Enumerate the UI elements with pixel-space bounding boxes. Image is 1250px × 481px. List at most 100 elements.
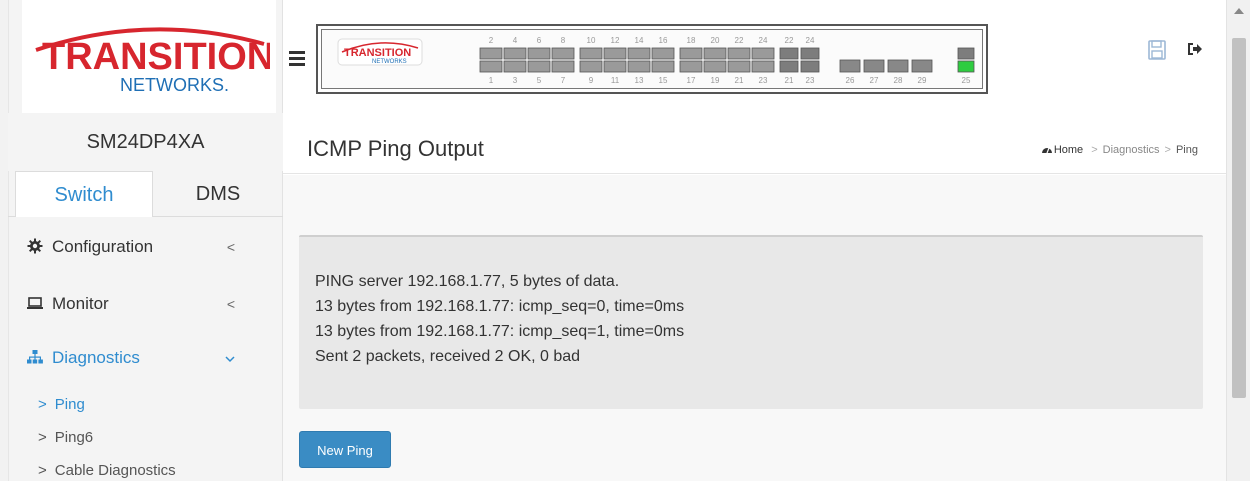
- rj45-port[interactable]: [503, 60, 527, 73]
- port-label: 13: [635, 76, 644, 85]
- port-label: 22: [785, 36, 794, 45]
- rj45-port[interactable]: [727, 60, 751, 73]
- rj45-port[interactable]: [651, 47, 675, 60]
- sfp-plus-port[interactable]: [911, 59, 933, 73]
- sidebar-subitem-cable-diagnostics[interactable]: > Cable Diagnostics: [38, 458, 176, 481]
- new-ping-button[interactable]: New Ping: [299, 431, 391, 468]
- port-label: 2: [489, 36, 494, 45]
- scrollbar[interactable]: [1226, 0, 1250, 481]
- panel-frame: TRANSITION NETWORKS 2 1 4 3 6 5 8 7 10 9 12 11 14 13 1…: [321, 29, 983, 89]
- rj45-port[interactable]: [579, 47, 603, 60]
- port-label: 3: [513, 76, 518, 85]
- rj45-port[interactable]: [551, 60, 575, 73]
- port-label: 23: [806, 76, 815, 85]
- port-label: 14: [635, 36, 644, 45]
- port-label: 21: [785, 76, 794, 85]
- sidebar-item-configuration[interactable]: Configuration <: [27, 232, 247, 262]
- sidebar-item-monitor[interactable]: Monitor <: [27, 289, 247, 319]
- subitem-label: Ping6: [54, 429, 94, 446]
- port-label: 12: [611, 36, 620, 45]
- port-label: 1: [489, 76, 494, 85]
- port-label: 19: [711, 76, 720, 85]
- page-title: ICMP Ping Output: [307, 136, 484, 161]
- breadcrumb-current: Ping: [1175, 144, 1198, 156]
- sfp-plus-port[interactable]: [887, 59, 909, 73]
- sitemap-icon: [27, 349, 43, 364]
- port-label: 27: [870, 76, 879, 85]
- logo-line2: NETWORKS.: [120, 75, 229, 94]
- chevron-left-icon: <: [226, 296, 235, 312]
- port-label: 22: [735, 36, 744, 45]
- breadcrumb-separator: >: [1091, 144, 1098, 156]
- sidebar-tabs: Switch DMS: [8, 171, 283, 217]
- sfp-port[interactable]: [779, 47, 799, 60]
- rj45-port[interactable]: [527, 47, 551, 60]
- rj45-port[interactable]: [527, 60, 551, 73]
- rj45-port[interactable]: [479, 47, 503, 60]
- device-model: SM24DP4XA: [8, 113, 283, 171]
- chevron-right-icon: >: [38, 429, 47, 446]
- port-label: 24: [806, 36, 815, 45]
- tab-dms[interactable]: DMS: [153, 171, 283, 217]
- uplink-port[interactable]: [957, 47, 975, 60]
- rj45-port[interactable]: [627, 47, 651, 60]
- hamburger-menu-icon[interactable]: [289, 51, 305, 66]
- output-line: 13 bytes from 192.168.1.77: icmp_seq=1, …: [315, 323, 685, 340]
- uplink-port-active[interactable]: [957, 60, 975, 73]
- port-label: 5: [537, 76, 542, 85]
- rj45-port[interactable]: [703, 47, 727, 60]
- sidebar-subitem-ping6[interactable]: > Ping6: [38, 425, 93, 451]
- rj45-port[interactable]: [651, 60, 675, 73]
- rj45-port[interactable]: [603, 60, 627, 73]
- logout-icon[interactable]: [1186, 40, 1204, 63]
- sfp-port[interactable]: [800, 47, 820, 60]
- port-label: 8: [561, 36, 566, 45]
- rj45-port[interactable]: [551, 47, 575, 60]
- tab-switch[interactable]: Switch: [15, 171, 153, 217]
- rj45-port[interactable]: [627, 60, 651, 73]
- scroll-thumb[interactable]: [1232, 38, 1246, 398]
- port-label: 6: [537, 36, 542, 45]
- sidebar-subitem-ping[interactable]: > Ping: [38, 392, 85, 418]
- breadcrumb-home[interactable]: Home: [1041, 144, 1086, 156]
- switch-front-panel: TRANSITION NETWORKS 2 1 4 3 6 5 8 7 10 9 12 11 14 13 1…: [316, 24, 988, 94]
- breadcrumb-diagnostics[interactable]: Diagnostics: [1103, 144, 1160, 156]
- rj45-port[interactable]: [479, 60, 503, 73]
- sidebar-item-diagnostics[interactable]: Diagnostics: [27, 343, 247, 373]
- rj45-port[interactable]: [703, 60, 727, 73]
- port-label: 4: [513, 36, 518, 45]
- breadcrumb-separator: >: [1164, 144, 1171, 156]
- sfp-plus-port[interactable]: [863, 59, 885, 73]
- sfp-port[interactable]: [800, 60, 820, 73]
- port-label: 16: [659, 36, 668, 45]
- scroll-up-arrow-icon[interactable]: [1234, 8, 1244, 14]
- ping-output-box: PING server 192.168.1.77, 5 bytes of dat…: [299, 235, 1203, 409]
- sfp-plus-port[interactable]: [839, 59, 861, 73]
- port-label: 26: [846, 76, 855, 85]
- port-label: 11: [611, 76, 620, 85]
- rj45-port[interactable]: [751, 60, 775, 73]
- port-label: 18: [687, 36, 696, 45]
- rj45-port[interactable]: [679, 47, 703, 60]
- save-icon[interactable]: [1148, 40, 1166, 65]
- rj45-port[interactable]: [751, 47, 775, 60]
- port-label: 24: [759, 36, 768, 45]
- port-diagram: TRANSITION NETWORKS 21436587109121114131…: [337, 36, 975, 85]
- output-line: Sent 2 packets, received 2 OK, 0 bad: [315, 348, 581, 365]
- sfp-port[interactable]: [779, 60, 799, 73]
- dashboard-icon: [1041, 147, 1052, 154]
- breadcrumb-home-label: Home: [1053, 144, 1084, 156]
- port-label: 10: [587, 36, 596, 45]
- rj45-port[interactable]: [603, 47, 627, 60]
- rj45-port[interactable]: [503, 47, 527, 60]
- panel-logo-line1: TRANSITION: [344, 47, 411, 59]
- rj45-port[interactable]: [679, 60, 703, 73]
- output-line: PING server 192.168.1.77, 5 bytes of dat…: [315, 273, 620, 290]
- transition-networks-logo[interactable]: TRANSITION NETWORKS.: [22, 0, 276, 113]
- rj45-port[interactable]: [579, 60, 603, 73]
- chevron-right-icon: >: [38, 396, 47, 413]
- port-label: 17: [687, 76, 696, 85]
- chevron-right-icon: >: [38, 462, 47, 479]
- rj45-port[interactable]: [727, 47, 751, 60]
- port-label: 28: [894, 76, 903, 85]
